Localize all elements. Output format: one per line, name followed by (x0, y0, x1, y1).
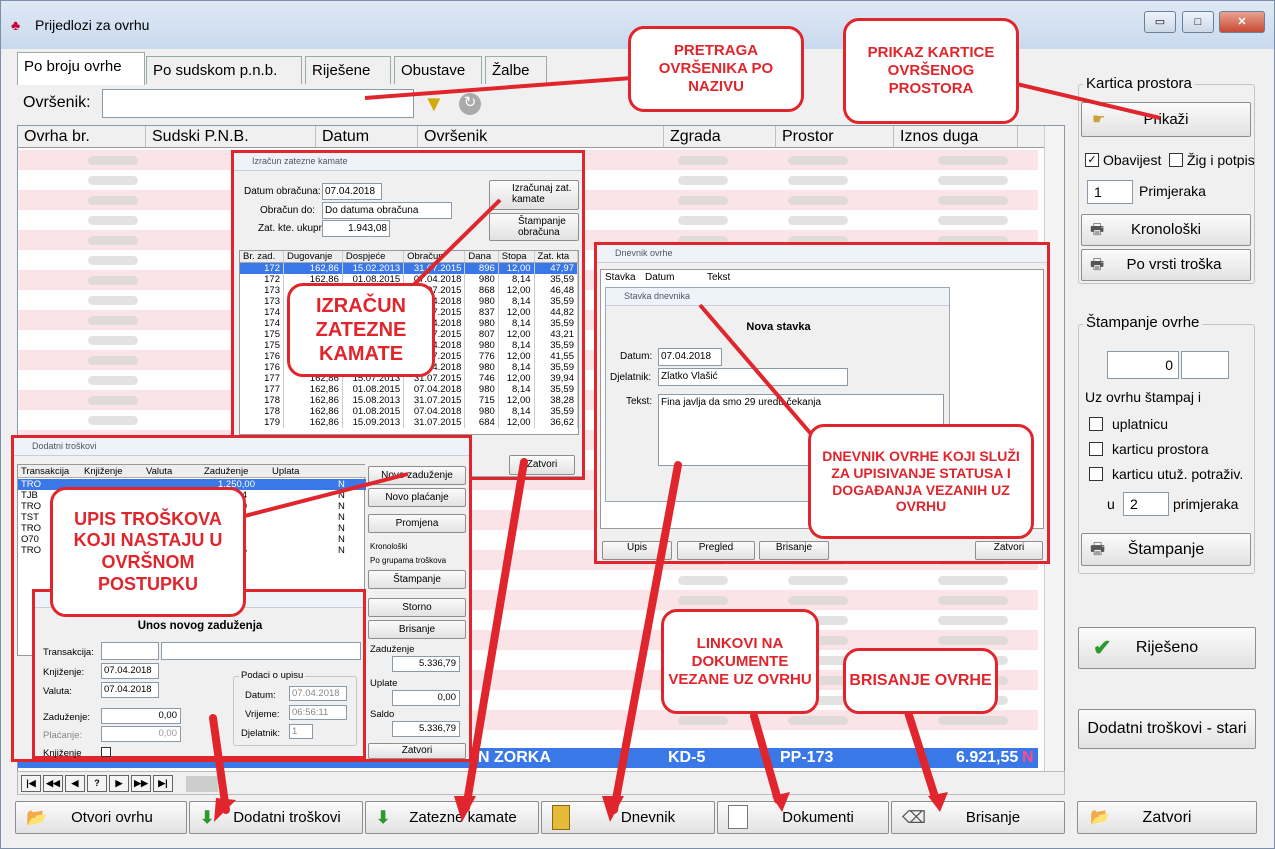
callout-izracun: IZRAČUN ZATEZNE KAMATE (287, 283, 435, 377)
callout-prikaz: PRIKAZ KARTICE OVRŠENOG PROSTORA (843, 18, 1019, 124)
annotation-arrows (189, 76, 1161, 822)
callout-brisanje: BRISANJE OVRHE (843, 648, 998, 714)
callout-dnevnik: DNEVNIK OVRHE KOJI SLUŽI ZA UPISIVANJE S… (808, 424, 1034, 539)
callout-upis: UPIS TROŠKOVA KOJI NASTAJU U OVRŠNOM POS… (50, 487, 246, 617)
callout-pretraga: PRETRAGA OVRŠENIKA PO NAZIVU (628, 26, 804, 112)
callout-linkovi: LINKOVI NA DOKUMENTE VEZANE UZ OVRHU (661, 609, 819, 714)
